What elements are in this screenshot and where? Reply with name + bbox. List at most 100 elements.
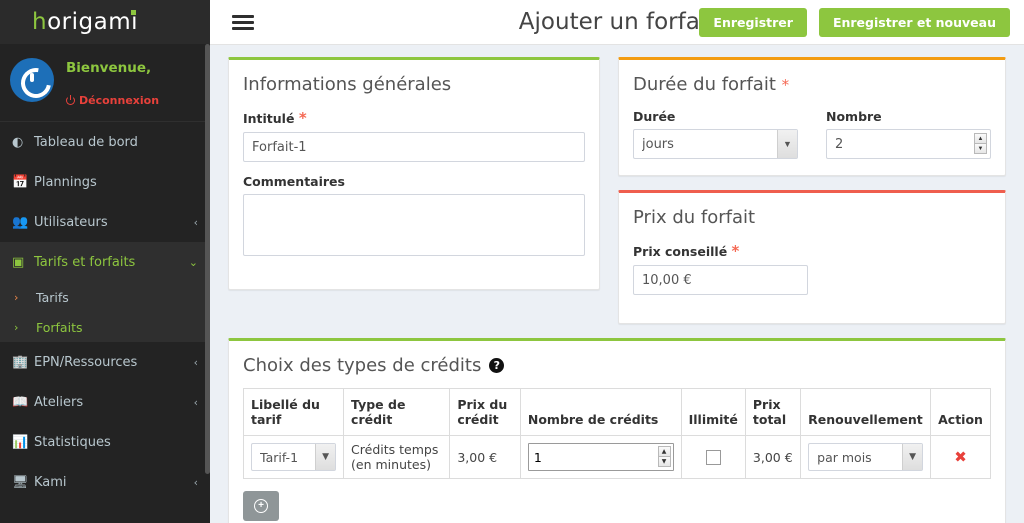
panel-title-general: Informations générales (243, 74, 452, 95)
user-info: Bienvenue, Déconnexion (54, 56, 159, 107)
sidebar-item-tableau-de-bord[interactable]: ◐ Tableau de bord (0, 122, 210, 162)
logo-bar[interactable]: horigami (0, 0, 210, 44)
cell-illimite (680, 435, 746, 479)
help-icon[interactable]: ? (489, 358, 505, 373)
illimite-checkbox[interactable] (705, 449, 721, 465)
panel-body: Durée du forfait * Durée jours ▼ Nombre … (619, 60, 1005, 175)
cell-nombre-de-credits: ▲▼ (519, 435, 682, 479)
topbar-actions: Enregistrer Enregistrer et nouveau (699, 7, 1010, 37)
general-column: Informations générales Intitulé * Commen… (228, 57, 600, 304)
chevron-right-icon: › (14, 290, 19, 304)
sidebar-item-epn-ressources[interactable]: 🏢 EPN/Ressources ‹ (0, 342, 210, 382)
sidebar-item-label: EPN/Ressources (34, 354, 138, 370)
panel-body: Informations générales Intitulé * Commen… (229, 60, 599, 289)
credits-table: Libellé du tarif Type de crédit Prix du … (242, 388, 991, 479)
tarif-select[interactable]: Tarif-1 (251, 443, 337, 471)
topbar: Ajouter un forfait Enregistrer Enregistr… (210, 0, 1024, 45)
prix-conseille-input[interactable] (633, 265, 808, 295)
duree-select-wrap: jours ▼ (633, 129, 798, 159)
chevron-left-icon: ‹ (193, 475, 198, 489)
menu-toggle-icon[interactable] (232, 12, 254, 33)
sidebar-subitem-label: Forfaits (36, 319, 83, 335)
chevron-left-icon: ‹ (193, 215, 198, 229)
panel-prix-du-forfait: Prix du forfait Prix conseillé * (618, 190, 1006, 324)
col-type-de-credit: Type de crédit (343, 388, 451, 436)
prix-conseille-label: Prix conseillé * (633, 242, 991, 260)
book-icon: 📖 (12, 394, 29, 410)
duree-fields: Durée jours ▼ Nombre 2 ▲ ▼ (633, 109, 991, 159)
sidebar-subitem-tarifs[interactable]: › Tarifs (0, 282, 210, 312)
plus-circle-icon: + (254, 499, 268, 513)
sidebar-item-utilisateurs[interactable]: 👥 Utilisateurs ‹ (0, 202, 210, 242)
duree-select[interactable]: jours (633, 129, 798, 159)
sidebar-item-plannings[interactable]: 📅 Plannings (0, 162, 210, 202)
logo-h-letter: h (32, 9, 48, 35)
nombre-credits-input[interactable] (527, 443, 674, 471)
intitule-input[interactable] (243, 132, 585, 162)
right-column: Durée du forfait * Durée jours ▼ Nombre … (618, 57, 1006, 338)
sidebar-item-tarifs-et-forfaits[interactable]: ▣ Tarifs et forfaits ⌄ (0, 242, 210, 282)
sidebar-item-label: Tableau de bord (34, 134, 138, 150)
sidebar-item-label: Statistiques (34, 434, 111, 450)
intitule-label-text: Intitulé (243, 111, 295, 126)
top-row: Informations générales Intitulé * Commen… (228, 57, 1006, 338)
commentaires-textarea[interactable] (243, 194, 585, 256)
panel-title-duree-text: Durée du forfait (633, 74, 776, 95)
col-renouvellement: Renouvellement (800, 388, 932, 436)
chevron-down-icon: ⌄ (188, 255, 198, 269)
credits-title-text: Choix des types de crédits (243, 355, 482, 376)
logout-link[interactable]: Déconnexion (66, 94, 159, 107)
tarif-select-wrap: Tarif-1 ▼ (251, 443, 337, 471)
table-header-row: Libellé du tarif Type de crédit Prix du … (242, 388, 991, 436)
required-marker: * (781, 76, 790, 94)
main-area: Ajouter un forfait Enregistrer Enregistr… (210, 0, 1024, 523)
nombre-spinner-wrap: ▲▼ (826, 129, 991, 159)
sidebar-item-ateliers[interactable]: 📖 Ateliers ‹ (0, 382, 210, 422)
add-credit-row-button[interactable]: + (243, 491, 279, 521)
field-group-commentaires: Commentaires (243, 174, 585, 261)
cell-type-de-credit: Crédits temps (en minutes) (343, 435, 451, 479)
save-and-new-button[interactable]: Enregistrer et nouveau (818, 7, 1010, 37)
dashboard-icon: ◐ (12, 134, 24, 150)
credits-table-body: Tarif-1 ▼ Crédits temps (en minutes) 3,0… (242, 435, 991, 479)
prix-conseille-label-text: Prix conseillé (633, 244, 728, 259)
field-group-duree: Durée jours ▼ (633, 109, 798, 159)
table-row: Tarif-1 ▼ Crédits temps (en minutes) 3,0… (242, 435, 991, 479)
building-icon: 🏢 (12, 354, 29, 370)
delete-row-icon[interactable]: ✖ (938, 448, 983, 466)
sidebar-subitem-forfaits[interactable]: › Forfaits (0, 312, 210, 342)
panel-choix-types-credits: Choix des types de crédits ? Libellé du … (228, 338, 1006, 523)
col-prix-du-credit: Prix du crédit (449, 388, 521, 436)
sidebar: horigami Bienvenue, Déconnexion ◐ Tablea… (0, 0, 210, 523)
renouvellement-select[interactable]: par mois (808, 443, 924, 471)
required-marker: * (731, 242, 740, 260)
cell-libelle-du-tarif: Tarif-1 ▼ (242, 435, 345, 479)
content: Informations générales Intitulé * Commen… (210, 45, 1024, 523)
avatar (10, 58, 54, 102)
nombre-credits-wrap: ▲▼ (527, 443, 674, 471)
col-nombre-de-credits: Nombre de crédits (519, 388, 682, 436)
logo-dot (131, 10, 136, 15)
col-action: Action (930, 388, 991, 436)
sidebar-item-label: Plannings (34, 174, 97, 190)
chevron-right-icon: › (14, 320, 19, 334)
credits-title: Choix des types de crédits ? (243, 355, 991, 376)
brand-logo: horigami (32, 9, 138, 35)
cell-prix-total: 3,00 € (744, 435, 802, 479)
sidebar-item-kami[interactable]: 🖥 Kami ‹ (0, 462, 210, 502)
sidebar-item-label: Ateliers (34, 394, 84, 410)
col-prix-total: Prix total (744, 388, 802, 436)
field-group-prix-conseille: Prix conseillé * (633, 242, 991, 295)
nombre-input[interactable] (826, 129, 991, 159)
logout-label: Déconnexion (79, 94, 160, 107)
sidebar-item-label: Utilisateurs (34, 214, 108, 230)
money-icon: ▣ (12, 254, 25, 270)
renouvellement-select-wrap: par mois ▼ (808, 443, 924, 471)
sidebar-item-statistiques[interactable]: 📊 Statistiques (0, 422, 210, 462)
nombre-label: Nombre (826, 109, 882, 124)
intitule-label: Intitulé * (243, 109, 585, 127)
field-group-intitule: Intitulé * (243, 109, 585, 162)
panel-title-prix: Prix du forfait (633, 207, 756, 228)
save-button[interactable]: Enregistrer (699, 7, 807, 37)
duree-label: Durée (633, 109, 676, 124)
